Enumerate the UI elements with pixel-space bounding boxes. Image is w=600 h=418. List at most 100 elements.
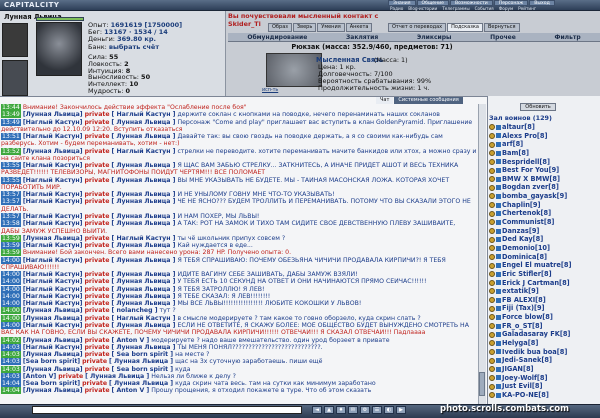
user-name[interactable]: Force blow[8]	[502, 313, 553, 322]
user-name[interactable]: Danzas[9]	[502, 227, 539, 236]
chat-recipient[interactable]: [ Лунная Львица ]	[111, 271, 175, 278]
user-name[interactable]: FB ALEXI[8]	[502, 296, 546, 305]
chat-recipient[interactable]: [ Sea born spirit ]	[112, 366, 174, 373]
private-tag[interactable]: private	[84, 344, 109, 351]
chat-sender[interactable]: [Наглый Кастун]	[23, 293, 83, 300]
user-entry[interactable]: Bogdan zver[8]	[489, 183, 597, 192]
chat-recipient[interactable]: [ Лунная Львица ]	[111, 278, 175, 285]
chat-recipient[interactable]: [ Лунная Львица ]	[111, 293, 175, 300]
private-tag[interactable]: private	[58, 373, 83, 380]
private-tag[interactable]: private	[84, 191, 109, 198]
user-entry[interactable]: Eric Stifler[8]	[489, 270, 597, 279]
chat-sender[interactable]: [Наглый Кастун]	[23, 220, 83, 227]
category-tab[interactable]: Прочее	[490, 34, 516, 41]
private-tag[interactable]: private	[85, 315, 110, 322]
private-tag[interactable]: private	[84, 286, 109, 293]
chat-recipient[interactable]: [ Лунная Львица ]	[111, 300, 175, 307]
chat-recipient[interactable]: [ Лунная Львица ]	[111, 198, 175, 205]
help-tab[interactable]: Подсказка	[447, 23, 483, 32]
item-image[interactable]	[266, 53, 322, 87]
user-name[interactable]: Galadasaray FK[8]	[502, 330, 570, 339]
profile-tab[interactable]: Умения	[317, 23, 345, 32]
private-tag[interactable]: private	[84, 220, 109, 227]
profile-tab[interactable]: Зверь	[292, 23, 317, 32]
equipment-slot-left[interactable]	[2, 23, 28, 57]
user-name[interactable]: Bespridell[8]	[502, 158, 550, 167]
user-entry[interactable]: Communist[8]	[489, 218, 597, 227]
user-name[interactable]: altaur[8]	[502, 123, 535, 132]
user-entry[interactable]: Fiji (Tax)[9]	[489, 304, 597, 313]
chat-sender[interactable]: [Наглый Кастун]	[23, 300, 83, 307]
chat-recipient[interactable]: [ Лунная Львица ]	[111, 286, 175, 293]
chat-recipient[interactable]: [ Лунная Львица ]	[111, 344, 175, 351]
toolbar-icon[interactable]: ✉	[348, 406, 358, 414]
category-tab[interactable]: Обмундирование	[247, 34, 307, 41]
user-name[interactable]: Bogdan zver[8]	[502, 183, 559, 192]
user-name[interactable]: Bam[8]	[502, 149, 529, 158]
user-entry[interactable]: extatik[9]	[489, 287, 597, 296]
user-entry[interactable]: Best For You[9]	[489, 166, 597, 175]
chat-recipient[interactable]: [ Наглый Кастун ]	[112, 148, 176, 155]
user-entry[interactable]: KA-PO-NE[8]	[489, 391, 597, 400]
chat-sender[interactable]: [Лунная Львица]	[23, 366, 83, 373]
chat-tab[interactable]: Системные сообщения	[394, 97, 463, 104]
category-tab[interactable]: Заклятия	[346, 34, 378, 41]
private-tag[interactable]: private	[84, 119, 109, 126]
chat-sender[interactable]: [Лунная Львица]	[23, 351, 83, 358]
user-entry[interactable]: Erick J Cartman[8]	[489, 279, 597, 288]
private-tag[interactable]: private	[84, 293, 109, 300]
user-entry[interactable]: Ivedik bua boa[8]	[489, 348, 597, 357]
chat-recipient[interactable]: [ Наглый Кастун ]	[112, 315, 176, 322]
chat-scrollbar[interactable]	[478, 104, 486, 404]
user-name[interactable]: FR_o_ST[8]	[502, 322, 543, 331]
chat-recipient[interactable]: [ Лунная Львица ]	[111, 119, 175, 126]
chat-sender[interactable]: [Наглый Кастун]	[23, 278, 83, 285]
chat-sender[interactable]: [Наглый Кастун]	[23, 257, 83, 264]
user-name[interactable]: Alexs Pro[8]	[502, 132, 548, 141]
toolbar-icon[interactable]: ☰	[372, 406, 382, 414]
chat-sender[interactable]: [Наглый Кастун]	[23, 133, 83, 140]
chat-sender[interactable]: [Наглый Кастун]	[23, 213, 83, 220]
refresh-button[interactable]: Обновить	[520, 103, 556, 111]
user-name[interactable]: Ded Kay[8]	[502, 235, 543, 244]
user-name[interactable]: Dominica[8]	[502, 253, 547, 262]
user-entry[interactable]: Alexs Pro[8]	[489, 132, 597, 141]
chat-sender[interactable]: [Наглый Кастун]	[23, 344, 83, 351]
user-entry[interactable]: bomba_gayask[9]	[489, 192, 597, 201]
toolbar-icon[interactable]: ▶	[396, 406, 406, 414]
profile-tab[interactable]: Образ	[268, 23, 292, 32]
equipment-slot-bottom[interactable]	[2, 60, 28, 96]
profile-tab[interactable]: Анкета	[345, 23, 373, 32]
user-entry[interactable]: FR_o_ST[8]	[489, 322, 597, 331]
user-entry[interactable]: Galadasaray FK[8]	[489, 330, 597, 339]
private-tag[interactable]: private	[82, 380, 107, 387]
private-tag[interactable]: private	[85, 307, 110, 314]
user-name[interactable]: bomba_gayask[9]	[502, 192, 567, 201]
user-entry[interactable]: Chaplin[9]	[489, 201, 597, 210]
user-name[interactable]: BMW X BMW[8]	[502, 175, 560, 184]
user-entry[interactable]: Bespridell[8]	[489, 158, 597, 167]
private-tag[interactable]: private	[82, 358, 107, 365]
private-tag[interactable]: private	[84, 162, 109, 169]
user-name[interactable]: arf[8]	[502, 140, 523, 149]
private-tag[interactable]: private	[84, 300, 109, 307]
chat-recipient[interactable]: [ Лунная Львица ]	[111, 220, 175, 227]
private-tag[interactable]: private	[84, 177, 109, 184]
sub-nav-item[interactable]: Форум	[497, 6, 515, 11]
chat-tab[interactable]: Чат	[376, 97, 394, 104]
chat-recipient[interactable]: [ Лунная Львица ]	[111, 177, 175, 184]
help-tab[interactable]: Вернуться	[483, 23, 520, 32]
user-entry[interactable]: Dominica[8]	[489, 253, 597, 262]
user-name[interactable]: Eric Stifler[8]	[502, 270, 552, 279]
chat-sender[interactable]: [Лунная Львица]	[23, 235, 83, 242]
chat-recipient[interactable]: [ Наглый Кастун ]	[112, 111, 176, 118]
user-name[interactable]: Fiji (Tax)[9]	[502, 304, 545, 313]
toolbar-icon[interactable]: ◐	[384, 406, 394, 414]
category-tab[interactable]: Эликсиры	[417, 34, 452, 41]
toolbar-icon[interactable]: ⚙	[360, 406, 370, 414]
user-entry[interactable]: FB ALEXI[8]	[489, 296, 597, 305]
user-entry[interactable]: Force blow[8]	[489, 313, 597, 322]
private-tag[interactable]: private	[85, 148, 110, 155]
private-tag[interactable]: private	[85, 351, 110, 358]
chat-sender[interactable]: [Наглый Кастун]	[23, 198, 83, 205]
